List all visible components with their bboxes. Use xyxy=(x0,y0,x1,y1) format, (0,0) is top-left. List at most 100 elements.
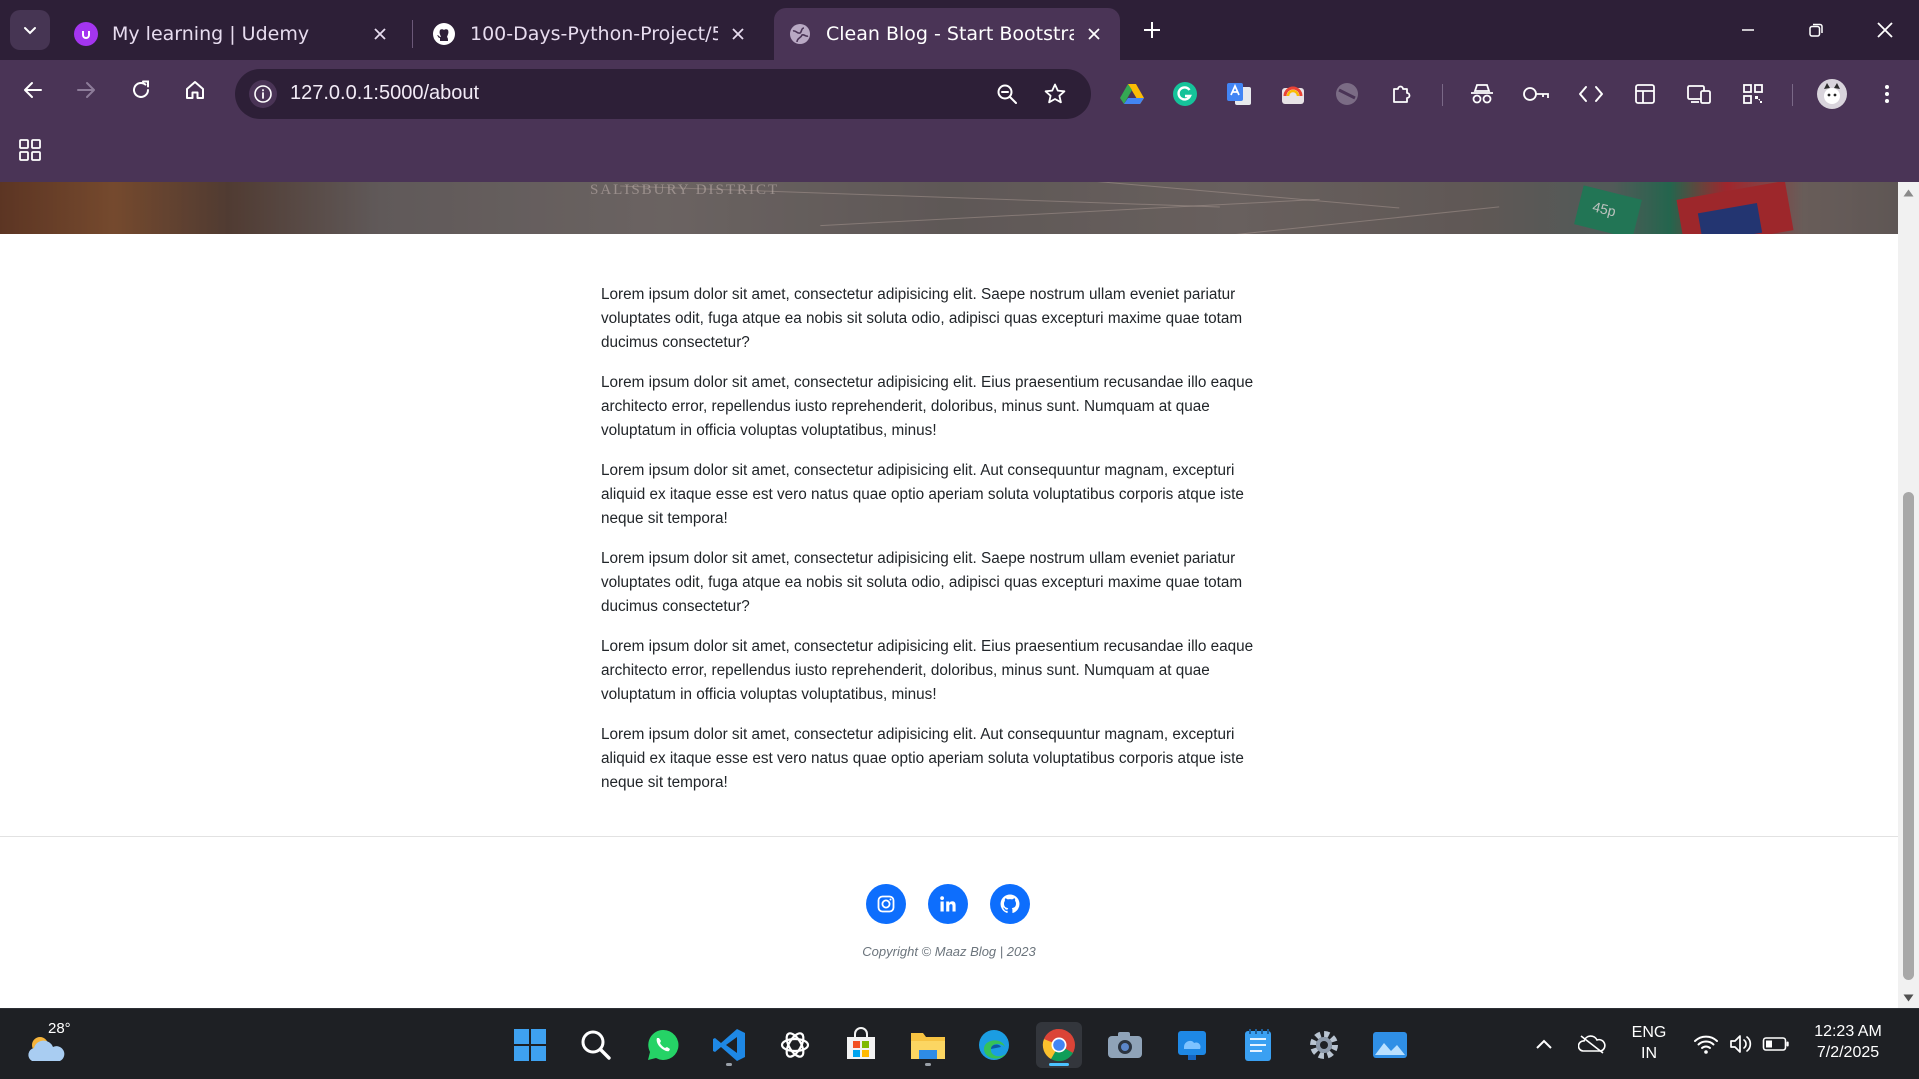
taskbar-photos[interactable] xyxy=(1367,1022,1413,1068)
article-paragraph: Lorem ipsum dolor sit amet, consectetur … xyxy=(601,286,1243,351)
grammarly-icon[interactable] xyxy=(1169,78,1201,110)
forward-button[interactable] xyxy=(66,70,106,110)
passport-shape xyxy=(1697,203,1763,234)
home-button[interactable] xyxy=(175,70,215,110)
url-text[interactable]: 127.0.0.1:5000/about xyxy=(290,82,479,105)
clock[interactable]: 12:23 AM 7/2/2025 xyxy=(1806,1021,1890,1063)
volume-icon[interactable] xyxy=(1726,1029,1756,1059)
scroll-down-arrow-icon[interactable] xyxy=(1902,991,1915,1004)
edge-icon xyxy=(979,1030,1009,1060)
linkedin-link[interactable] xyxy=(928,884,968,924)
rainbow-extension-icon[interactable] xyxy=(1277,78,1309,110)
tab-separator xyxy=(412,20,413,48)
taskbar-edge[interactable] xyxy=(971,1022,1017,1068)
passport-shape xyxy=(1676,182,1794,234)
cloud-app-icon xyxy=(1178,1031,1206,1060)
scroll-up-arrow-icon[interactable] xyxy=(1902,186,1915,199)
taskbar-cloud-app[interactable] xyxy=(1169,1022,1215,1068)
article-paragraph: Lorem ipsum dolor sit amet, consectetur … xyxy=(601,550,1243,615)
close-window-button[interactable] xyxy=(1851,0,1919,60)
arrow-left-icon xyxy=(24,82,42,98)
site-info-icon[interactable] xyxy=(249,80,277,108)
back-button[interactable] xyxy=(13,70,53,110)
page-scrollbar[interactable] xyxy=(1898,182,1919,1008)
taskbar-chrome[interactable] xyxy=(1036,1022,1082,1068)
active-indicator xyxy=(1049,1063,1069,1066)
store-bag-icon xyxy=(847,1027,875,1059)
bookmark-star-icon[interactable] xyxy=(1040,79,1070,109)
scroll-thumb[interactable] xyxy=(1903,492,1914,980)
search-icon xyxy=(581,1030,611,1060)
clock-time: 12:23 AM xyxy=(1814,1023,1882,1040)
vscode-icon xyxy=(713,1029,745,1061)
close-tab-icon[interactable] xyxy=(726,22,750,46)
incognito-icon[interactable] xyxy=(1466,78,1498,110)
tab-github[interactable]: 100-Days-Python-Project/59.Da xyxy=(418,8,764,60)
battery-icon[interactable] xyxy=(1761,1029,1791,1059)
show-hidden-icons-button[interactable] xyxy=(1529,1029,1559,1059)
address-bar[interactable]: 127.0.0.1:5000/about xyxy=(235,69,1091,119)
map-label: SALISBURY DISTRICT xyxy=(590,182,780,198)
running-indicator xyxy=(726,1063,732,1066)
globe-icon xyxy=(788,22,812,46)
taskbar-search-button[interactable] xyxy=(573,1022,619,1068)
gear-icon xyxy=(1310,1031,1338,1059)
tab-search-button[interactable] xyxy=(10,10,50,50)
taskbar-vscode[interactable] xyxy=(706,1022,752,1068)
about-article: Lorem ipsum dolor sit amet, consectetur … xyxy=(601,283,1281,811)
minimize-button[interactable] xyxy=(1714,0,1782,60)
instagram-icon xyxy=(877,895,895,913)
taskbar-file-explorer[interactable] xyxy=(905,1022,951,1068)
instagram-link[interactable] xyxy=(866,884,906,924)
blocked-extension-icon[interactable] xyxy=(1331,78,1363,110)
home-icon xyxy=(186,81,204,99)
linkedin-icon xyxy=(940,896,956,912)
language-indicator[interactable]: ENG IN xyxy=(1624,1022,1674,1064)
arrow-right-icon xyxy=(77,82,95,98)
running-indicator xyxy=(925,1063,931,1066)
chevron-up-icon xyxy=(1536,1039,1552,1049)
restore-button[interactable] xyxy=(1782,0,1850,60)
apps-grid-icon[interactable] xyxy=(16,136,44,164)
new-tab-button[interactable] xyxy=(1136,14,1168,46)
taskbar-notepad[interactable] xyxy=(1235,1022,1281,1068)
close-tab-icon[interactable] xyxy=(1082,22,1106,46)
github-link[interactable] xyxy=(990,884,1030,924)
tab-title: Clean Blog - Start Bootstrap The xyxy=(826,23,1074,45)
qr-code-icon[interactable] xyxy=(1737,78,1769,110)
photos-icon xyxy=(1373,1032,1407,1058)
clock-date: 7/2/2025 xyxy=(1816,1044,1880,1061)
password-key-icon[interactable] xyxy=(1520,78,1552,110)
plus-icon xyxy=(1144,22,1160,38)
layout-panel-icon[interactable] xyxy=(1629,78,1661,110)
tab-title: My learning | Udemy xyxy=(112,23,310,45)
language-code: ENG xyxy=(1631,1024,1667,1041)
taskbar-microsoft-store[interactable] xyxy=(838,1022,884,1068)
code-icon[interactable] xyxy=(1575,78,1607,110)
wifi-icon[interactable] xyxy=(1691,1029,1721,1059)
reload-button[interactable] xyxy=(121,70,161,110)
postage-stamp: 45p xyxy=(1574,185,1642,234)
taskbar-camera[interactable] xyxy=(1102,1022,1148,1068)
camera-icon xyxy=(1108,1032,1142,1058)
tab-title: 100-Days-Python-Project/59.Da xyxy=(470,23,718,45)
zoom-icon[interactable] xyxy=(992,79,1022,109)
start-button[interactable] xyxy=(507,1022,553,1068)
profile-avatar[interactable] xyxy=(1816,78,1848,110)
github-icon xyxy=(1000,894,1020,913)
onedrive-icon[interactable] xyxy=(1577,1029,1607,1059)
windows-logo-icon xyxy=(514,1029,546,1061)
browser-menu-button[interactable] xyxy=(1871,78,1903,110)
google-translate-icon[interactable] xyxy=(1223,78,1255,110)
taskbar-whatsapp[interactable] xyxy=(640,1022,686,1068)
taskbar-chatgpt[interactable] xyxy=(772,1022,818,1068)
tab-udemy[interactable]: My learning | Udemy xyxy=(60,8,406,60)
close-tab-icon[interactable] xyxy=(368,22,392,46)
chrome-icon xyxy=(1042,1028,1075,1062)
tab-clean-blog[interactable]: Clean Blog - Start Bootstrap The xyxy=(774,8,1120,60)
google-drive-icon[interactable] xyxy=(1116,78,1148,110)
header-background-image: SALISBURY DISTRICT 45p xyxy=(0,182,1898,234)
taskbar-settings[interactable] xyxy=(1301,1022,1347,1068)
device-toggle-icon[interactable] xyxy=(1683,78,1715,110)
extensions-puzzle-icon[interactable] xyxy=(1386,78,1418,110)
